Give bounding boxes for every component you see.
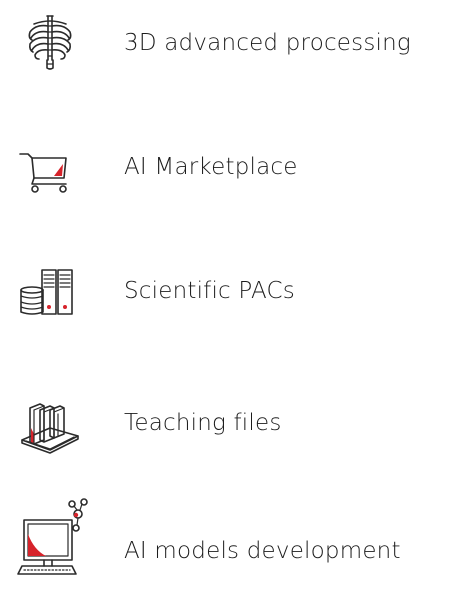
feature-item-teaching-files[interactable]: Teaching files (0, 388, 453, 458)
feature-list: 3D advanced processing AI Marketplace Sc… (0, 0, 453, 590)
server-database-icon (14, 256, 86, 326)
feature-label: Scientific PACs (124, 278, 295, 304)
feature-item-ai-models-development[interactable]: AI models development (0, 498, 453, 586)
shopping-cart-icon (14, 132, 86, 202)
feature-item-3d-advanced-processing[interactable]: 3D advanced processing (0, 8, 453, 78)
feature-label: AI models development (124, 538, 401, 564)
ribcage-icon (14, 8, 86, 78)
feature-label: AI Marketplace (124, 154, 298, 180)
feature-label: Teaching files (124, 410, 282, 436)
feature-item-ai-marketplace[interactable]: AI Marketplace (0, 132, 453, 202)
feature-item-scientific-pacs[interactable]: Scientific PACs (0, 256, 453, 326)
feature-label: 3D advanced processing (124, 30, 411, 56)
books-icon (14, 388, 86, 458)
computer-network-icon (14, 498, 88, 586)
